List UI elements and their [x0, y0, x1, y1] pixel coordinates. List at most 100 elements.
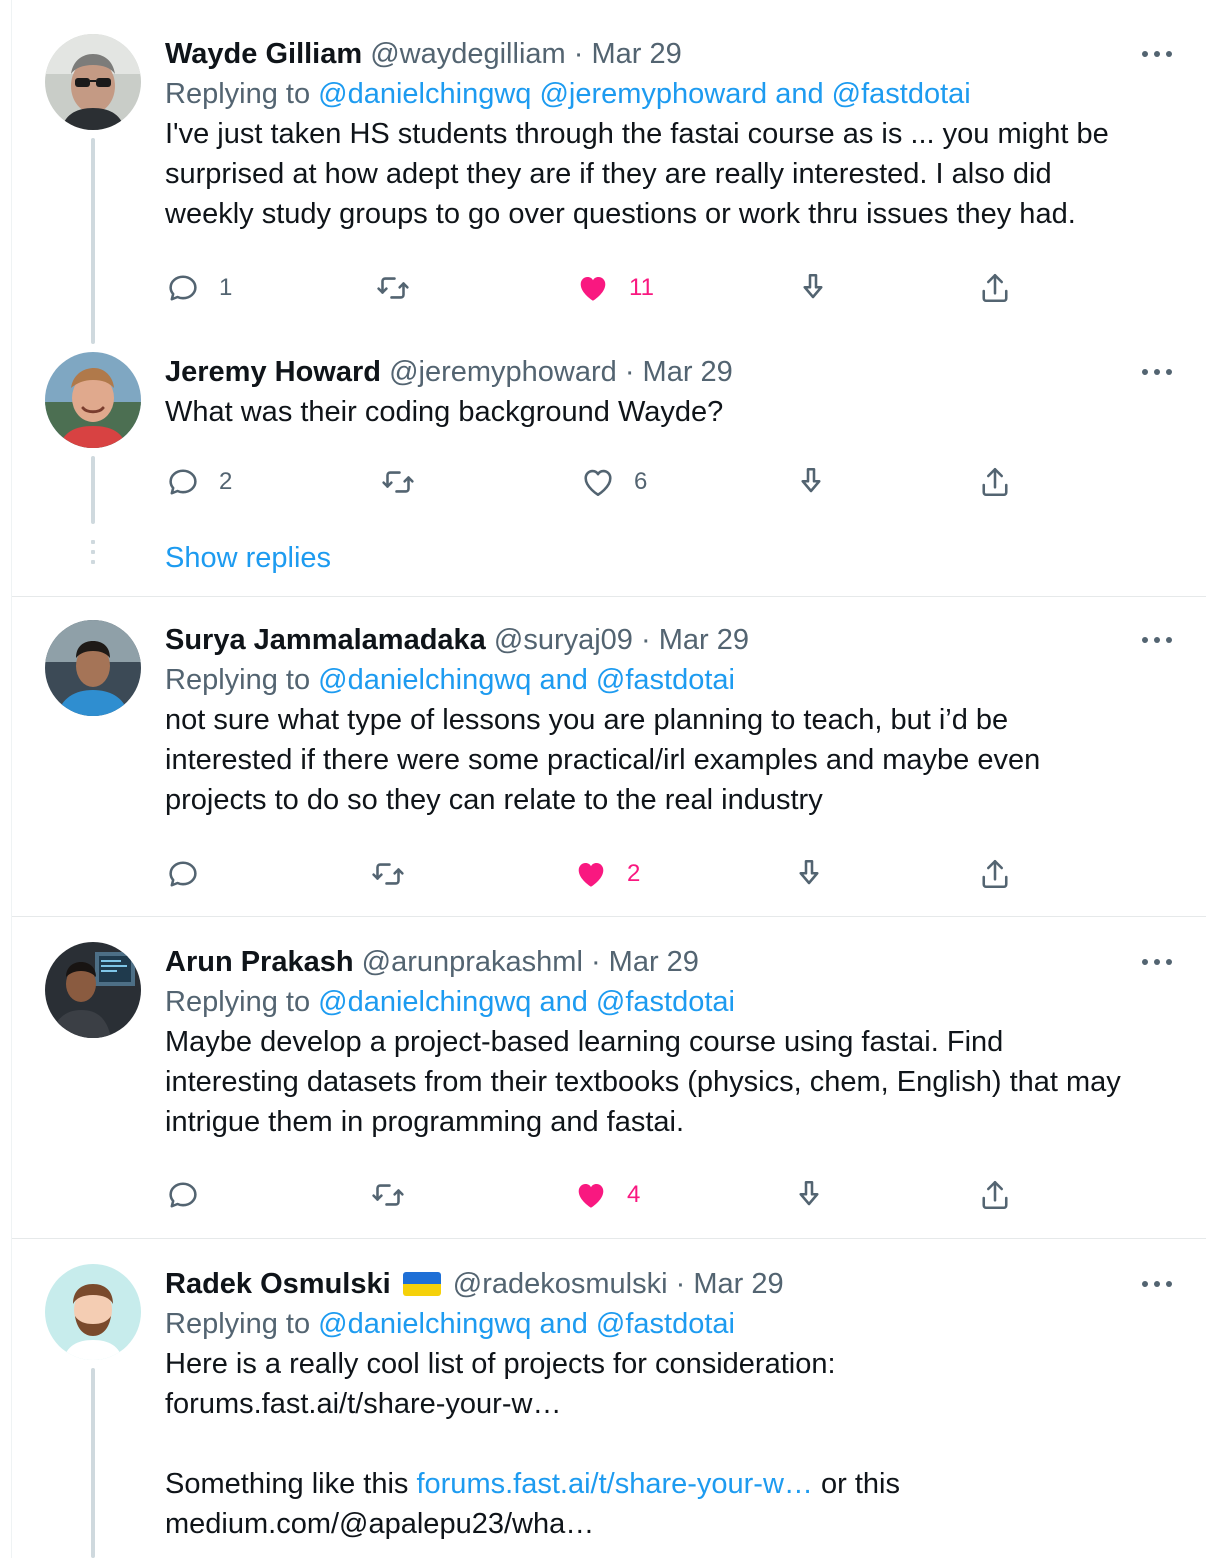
like-button[interactable]: 4	[573, 1175, 640, 1215]
bookmark-button[interactable]	[791, 854, 827, 894]
more-dots-icon[interactable]	[1142, 942, 1172, 982]
author-handle[interactable]: @waydegilliam	[370, 38, 565, 70]
author-name[interactable]: Wayde Gilliam	[165, 38, 362, 70]
speech-bubble-icon	[165, 1177, 201, 1213]
author-handle[interactable]: @radekosmulski	[453, 1268, 668, 1300]
replying-label: Replying to	[165, 986, 311, 1018]
tweet-text-line: interesting datasets from their textbook…	[165, 1066, 1121, 1098]
avatar[interactable]	[45, 34, 141, 130]
thread-dots	[91, 540, 95, 570]
bookmark-button[interactable]	[791, 1175, 827, 1215]
tweet-date[interactable]: · Mar 29	[591, 946, 699, 978]
author-name[interactable]: Arun Prakash	[165, 946, 354, 978]
tweet-date[interactable]: · Mar 29	[625, 356, 733, 388]
tweet-link[interactable]: medium.com/@apalepu23/wha…	[165, 1504, 1176, 1544]
like-button[interactable]: 11	[575, 268, 654, 308]
retweet-button[interactable]	[370, 1175, 406, 1215]
more-dots-icon[interactable]	[1142, 1264, 1172, 1304]
avatar[interactable]	[45, 620, 141, 716]
heart-icon	[580, 464, 616, 500]
speech-bubble-icon	[165, 856, 201, 892]
tweet-actions: 2	[165, 854, 1025, 894]
heart-icon	[573, 856, 609, 892]
author-handle[interactable]: @suryaj09	[494, 624, 633, 656]
divider	[12, 916, 1206, 917]
reply-button[interactable]	[165, 1175, 219, 1215]
retweet-button[interactable]	[370, 854, 406, 894]
more-dots-icon[interactable]	[1142, 34, 1172, 74]
author-name[interactable]: Jeremy Howard	[165, 356, 381, 388]
author-name[interactable]: Surya Jammalamadaka	[165, 624, 486, 656]
share-button[interactable]	[977, 854, 1013, 894]
share-button[interactable]	[977, 462, 1013, 502]
bookmark-button[interactable]	[793, 462, 829, 502]
tweet-date[interactable]: · Mar 29	[676, 1268, 784, 1300]
replying-to: Replying to @danielchingwq and @fastdota…	[165, 982, 1176, 1022]
more-dots-icon[interactable]	[1142, 620, 1172, 660]
retweet-icon	[375, 270, 411, 306]
replying-mentions[interactable]: @danielchingwq and @fastdotai	[318, 664, 735, 696]
author-handle[interactable]: @arunprakashml	[362, 946, 583, 978]
tweet-text-line: projects to do so they can relate to the…	[165, 784, 823, 816]
replying-mentions[interactable]: @danielchingwq and @fastdotai	[318, 1308, 735, 1340]
avatar[interactable]	[45, 352, 141, 448]
download-arrow-icon	[793, 464, 829, 500]
tweet-text-line: interested if there were some practical/…	[165, 744, 1041, 776]
tweet-text-line: not sure what type of lessons you are pl…	[165, 704, 1009, 736]
replying-to: Replying to @danielchingwq and @fastdota…	[165, 1304, 1176, 1344]
share-button[interactable]	[977, 268, 1013, 308]
thread-line	[91, 138, 95, 344]
tweet-actions: 2 6	[165, 462, 1025, 502]
share-upload-icon	[977, 1177, 1013, 1213]
bookmark-button[interactable]	[795, 268, 831, 308]
tweet-actions: 4	[165, 1175, 1025, 1215]
replying-to: Replying to @danielchingwq and @fastdota…	[165, 660, 1176, 700]
retweet-icon	[380, 464, 416, 500]
replying-label: Replying to	[165, 1308, 311, 1340]
tweet-text-line: weekly study groups to go over questions…	[165, 198, 1076, 230]
tweet-link[interactable]: forums.fast.ai/t/share-your-w…	[165, 1384, 1176, 1424]
tweet-header: Arun Prakash @arunprakashml · Mar 29	[165, 942, 1176, 982]
tweet-link[interactable]: forums.fast.ai/t/share-your-w…	[416, 1468, 812, 1500]
timeline-left-border	[11, 0, 12, 1558]
retweet-button[interactable]	[375, 268, 411, 308]
replying-mentions[interactable]: @danielchingwq @jeremyphoward and @fastd…	[318, 78, 971, 110]
download-arrow-icon	[791, 1177, 827, 1213]
more-dots-icon[interactable]	[1142, 352, 1172, 392]
tweet-date[interactable]: · Mar 29	[574, 38, 682, 70]
retweet-icon	[370, 1177, 406, 1213]
download-arrow-icon	[791, 856, 827, 892]
like-button[interactable]: 2	[573, 854, 640, 894]
thread-line	[91, 1368, 95, 1558]
download-arrow-icon	[795, 270, 831, 306]
tweet-header: Surya Jammalamadaka @suryaj09 · Mar 29	[165, 620, 1176, 660]
tweet-date[interactable]: · Mar 29	[641, 624, 749, 656]
heart-icon	[575, 270, 611, 306]
author-handle[interactable]: @jeremyphoward	[389, 356, 617, 388]
text-segment: or this	[812, 1468, 900, 1500]
avatar[interactable]	[45, 1264, 141, 1360]
show-replies-link[interactable]: Show replies	[165, 538, 331, 578]
replying-mentions[interactable]: @danielchingwq and @fastdotai	[318, 986, 735, 1018]
divider	[12, 596, 1206, 597]
like-count: 2	[627, 860, 641, 887]
retweet-icon	[370, 856, 406, 892]
avatar[interactable]	[45, 942, 141, 1038]
reply-count: 2	[219, 468, 233, 495]
tweet-text-line: surprised at how adept they are if they …	[165, 158, 1052, 190]
tweet-text-line: intrigue them in programming and fastai.	[165, 1106, 685, 1138]
reply-button[interactable]: 1	[165, 268, 232, 308]
share-upload-icon	[977, 856, 1013, 892]
like-button[interactable]: 6	[580, 462, 647, 502]
tweet-text-line: Something like this forums.fast.ai/t/sha…	[165, 1464, 1176, 1504]
heart-icon	[573, 1177, 609, 1213]
retweet-button[interactable]	[380, 462, 416, 502]
speech-bubble-icon	[165, 270, 201, 306]
tweet-header: Radek Osmulski @radekosmulski · Mar 29	[165, 1264, 1176, 1304]
reply-button[interactable]	[165, 854, 219, 894]
share-button[interactable]	[977, 1175, 1013, 1215]
thread-line	[91, 456, 95, 524]
reply-button[interactable]: 2	[165, 462, 232, 502]
author-name[interactable]: Radek Osmulski	[165, 1268, 391, 1300]
